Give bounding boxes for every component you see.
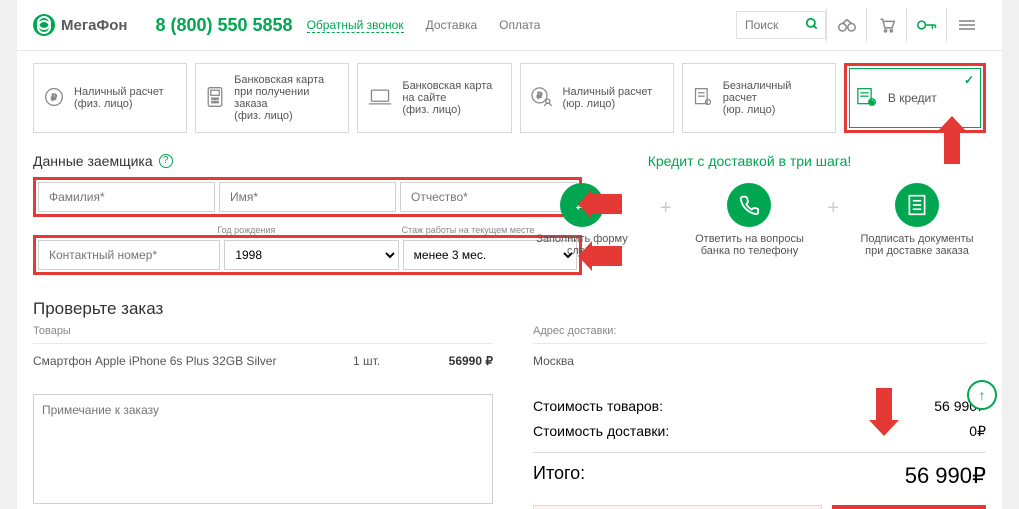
- year-select[interactable]: 1998: [224, 240, 398, 270]
- phone-number: 8 (800) 550 5858: [155, 15, 292, 36]
- nav-payment[interactable]: Оплата: [499, 18, 540, 32]
- birth-year-label: Год рождения: [217, 225, 397, 235]
- item-price: 56990: [449, 354, 482, 368]
- menu-icon[interactable]: [946, 8, 986, 42]
- item-name: Смартфон Apple iPhone 6s Plus 32GB Silve…: [33, 354, 353, 368]
- name-input[interactable]: [219, 182, 396, 212]
- payment-transfer-biz[interactable]: Безналичный расчет(юр. лицо): [682, 63, 836, 133]
- svg-text:%: %: [869, 100, 874, 106]
- ruble-person-icon: ₽: [531, 87, 553, 110]
- payment-cash-ind[interactable]: ₽ Наличный расчет(физ. лицо): [33, 63, 187, 133]
- annotation-arrow: [590, 246, 622, 266]
- brand-name: МегаФон: [61, 17, 127, 34]
- login-icon[interactable]: [906, 8, 946, 42]
- annotation-arrow-down: [876, 388, 892, 422]
- scroll-top-button[interactable]: ↑: [967, 380, 997, 410]
- callback-link[interactable]: Обратный звонок: [307, 18, 404, 33]
- check-order-title: Проверьте заказ: [33, 283, 986, 325]
- annotation-arrow-up: [944, 130, 960, 164]
- order-item-row: Смартфон Apple iPhone 6s Plus 32GB Silve…: [33, 348, 493, 374]
- ruble-icon: ₽: [44, 87, 64, 110]
- plus-icon: +: [660, 197, 672, 220]
- svg-text:₽: ₽: [51, 92, 57, 102]
- logo[interactable]: МегаФон: [33, 14, 127, 36]
- info-icon[interactable]: ?: [159, 154, 173, 168]
- surname-input[interactable]: [38, 182, 215, 212]
- credit-icon: %: [856, 87, 878, 110]
- address-value: Москва: [533, 348, 986, 374]
- shipping-cost-row: Стоимость доставки: 0₽: [533, 419, 986, 444]
- nav-delivery[interactable]: Доставка: [426, 18, 478, 32]
- contact-input[interactable]: [38, 240, 220, 270]
- header: МегаФон 8 (800) 550 5858 Обратный звонок…: [17, 0, 1002, 51]
- payment-methods: ₽ Наличный расчет(физ. лицо) Банковская …: [17, 51, 1002, 145]
- validation-warning: ⓘ Вы не заполнили E-mail покупателя, Вы …: [533, 505, 822, 509]
- address-label: Адрес доставки:: [533, 325, 986, 343]
- compare-icon[interactable]: [826, 8, 866, 42]
- payment-card-delivery[interactable]: Банковская карта при получении заказа(фи…: [195, 63, 349, 133]
- payment-card-site[interactable]: Банковская карта на сайте(физ. лицо): [357, 63, 511, 133]
- goods-cost-row: Стоимость товаров: 56 990₽: [533, 394, 986, 419]
- payment-cash-biz[interactable]: ₽ Наличный расчет(юр. лицо): [520, 63, 674, 133]
- credit-steps-title: Кредит с доставкой в три шага!: [513, 145, 986, 177]
- invoice-icon: [693, 87, 713, 110]
- step3-icon: [895, 183, 939, 227]
- search-icon[interactable]: [805, 17, 819, 36]
- goods-label: Товары: [33, 325, 493, 343]
- item-qty: 1 шт.: [353, 354, 413, 368]
- step2-icon: [727, 183, 771, 227]
- step2-label: Ответить на вопросы банка по телефону: [689, 233, 809, 257]
- order-note[interactable]: [33, 394, 493, 504]
- total-row: Итого: 56 990₽: [533, 452, 986, 493]
- search-box[interactable]: [736, 11, 826, 39]
- laptop-icon: [368, 88, 392, 109]
- svg-text:₽: ₽: [536, 90, 541, 100]
- terminal-icon: [206, 86, 224, 111]
- cart-icon[interactable]: [866, 8, 906, 42]
- plus-icon: +: [827, 197, 839, 220]
- logo-icon: [33, 14, 55, 36]
- step3-label: Подписать документы при доставке заказа: [857, 233, 977, 257]
- borrower-title: Данные заемщика ?: [33, 145, 493, 177]
- annotation-arrow: [590, 194, 622, 214]
